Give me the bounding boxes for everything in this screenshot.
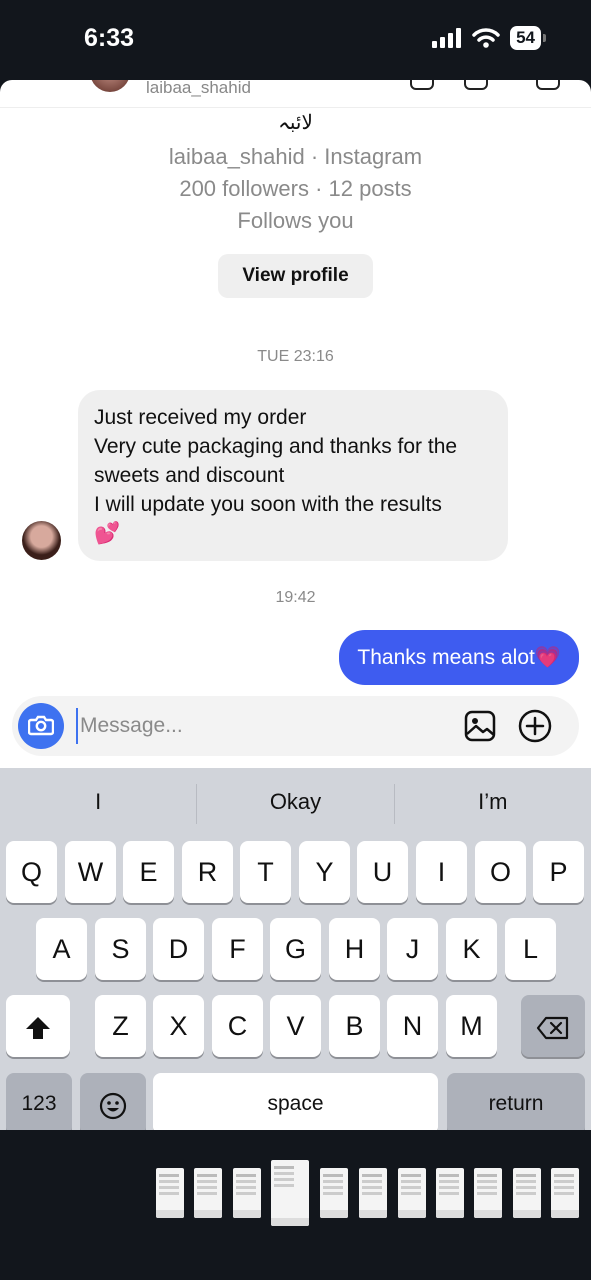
profile-card: لائبہ laibaa_shahid · Instagram 200 foll… [0, 110, 591, 298]
screenshot-thumbnail-current[interactable] [271, 1160, 309, 1226]
sender-avatar[interactable] [22, 521, 61, 560]
screenshot-thumbnail[interactable] [436, 1168, 464, 1218]
video-icon[interactable] [464, 80, 488, 90]
key-h[interactable]: H [329, 918, 380, 980]
emoji-key[interactable] [80, 1073, 146, 1130]
screenshot-thumbnail[interactable] [474, 1168, 502, 1218]
profile-display-name: لائبہ [278, 110, 313, 134]
screenshot-thumbnail[interactable] [233, 1168, 261, 1218]
emoji-icon [99, 1092, 127, 1119]
shift-icon [26, 1016, 50, 1039]
hearts-emoji: 💕 [94, 522, 121, 545]
key-d[interactable]: D [153, 918, 204, 980]
conversation-view: laibaa_shahid لائبہ laibaa_shahid · Inst… [0, 80, 591, 1130]
space-key[interactable]: space [153, 1073, 438, 1130]
follow-status: Follows you [237, 208, 354, 233]
incoming-message[interactable]: Just received my order Very cute packagi… [78, 390, 508, 561]
suggestion-item[interactable]: I’m [395, 784, 591, 824]
key-c[interactable]: C [212, 995, 263, 1057]
key-i[interactable]: I [416, 841, 467, 903]
message-timestamp: TUE 23:16 [257, 348, 334, 365]
key-e[interactable]: E [123, 841, 174, 903]
screenshot-thumbnail[interactable] [513, 1168, 541, 1218]
suggestion-item[interactable]: Okay [197, 784, 395, 824]
message-timestamp: 19:42 [275, 589, 316, 606]
message-composer [12, 696, 579, 756]
outgoing-message-text: Thanks means alot [357, 646, 535, 669]
delete-key[interactable] [521, 995, 585, 1057]
key-k[interactable]: K [446, 918, 497, 980]
key-a[interactable]: A [36, 918, 87, 980]
numbers-key[interactable]: 123 [6, 1073, 72, 1130]
key-y[interactable]: Y [299, 841, 350, 903]
message-line: Very cute packaging and thanks for the s… [94, 435, 458, 487]
gallery-icon[interactable] [464, 710, 496, 742]
battery-indicator: 54 [510, 26, 546, 50]
profile-handle: laibaa_shahid · Instagram [168, 144, 423, 169]
key-s[interactable]: S [95, 918, 146, 980]
key-f[interactable]: F [212, 918, 263, 980]
outgoing-message[interactable]: Thanks means alot💗 [339, 630, 579, 685]
status-icons: 54 [432, 26, 546, 50]
predictive-bar: I Okay I’m [0, 784, 591, 824]
add-icon[interactable] [518, 709, 552, 743]
key-m[interactable]: M [446, 995, 497, 1057]
screenshot-thumbnail[interactable] [194, 1168, 222, 1218]
suggestion-item[interactable]: I [0, 784, 198, 824]
screenshot-thumbnail[interactable] [551, 1168, 579, 1218]
header-avatar[interactable] [90, 80, 130, 92]
message-line: I will update you soon with the results [94, 493, 442, 516]
key-g[interactable]: G [270, 918, 321, 980]
key-r[interactable]: R [182, 841, 233, 903]
key-t[interactable]: T [240, 841, 291, 903]
key-q[interactable]: Q [6, 841, 57, 903]
screenshot-thumbnail[interactable] [320, 1168, 348, 1218]
screenshot-thumbnail[interactable] [398, 1168, 426, 1218]
flag-icon[interactable] [536, 80, 560, 90]
backspace-icon [536, 1016, 569, 1039]
status-time: 6:33 [84, 24, 135, 52]
screenshot-thumbnail-strip [0, 1160, 591, 1230]
screenshot-thumbnail[interactable] [156, 1168, 184, 1218]
heart-emoji: 💗 [534, 646, 561, 669]
shift-key[interactable] [6, 995, 70, 1057]
key-j[interactable]: J [387, 918, 438, 980]
screenshot-thumbnail[interactable] [359, 1168, 387, 1218]
message-line: Just received my order [94, 406, 307, 429]
key-o[interactable]: O [475, 841, 526, 903]
camera-icon [28, 715, 54, 736]
key-v[interactable]: V [270, 995, 321, 1057]
camera-button[interactable] [18, 703, 64, 749]
return-key[interactable]: return [447, 1073, 585, 1130]
status-bar: 6:33 54 [0, 0, 591, 80]
wifi-icon [472, 28, 500, 48]
key-b[interactable]: B [329, 995, 380, 1057]
keyboard: I Okay I’m Q W E R T Y U I O P A S D F G… [0, 768, 591, 1130]
key-z[interactable]: Z [95, 995, 146, 1057]
key-x[interactable]: X [153, 995, 204, 1057]
key-l[interactable]: L [505, 918, 556, 980]
cellular-signal-icon [432, 28, 462, 48]
key-u[interactable]: U [357, 841, 408, 903]
message-input[interactable] [76, 708, 436, 744]
profile-stats: 200 followers · 12 posts [179, 176, 412, 201]
call-icon[interactable] [410, 80, 434, 90]
key-p[interactable]: P [533, 841, 584, 903]
key-n[interactable]: N [387, 995, 438, 1057]
key-w[interactable]: W [65, 841, 116, 903]
thread-header: laibaa_shahid [0, 80, 591, 108]
header-username[interactable]: laibaa_shahid [146, 80, 251, 98]
screen: 6:33 54 laibaa_shahid لائبہ laibaa_shahi… [0, 0, 591, 1280]
view-profile-button[interactable]: View profile [218, 254, 373, 298]
